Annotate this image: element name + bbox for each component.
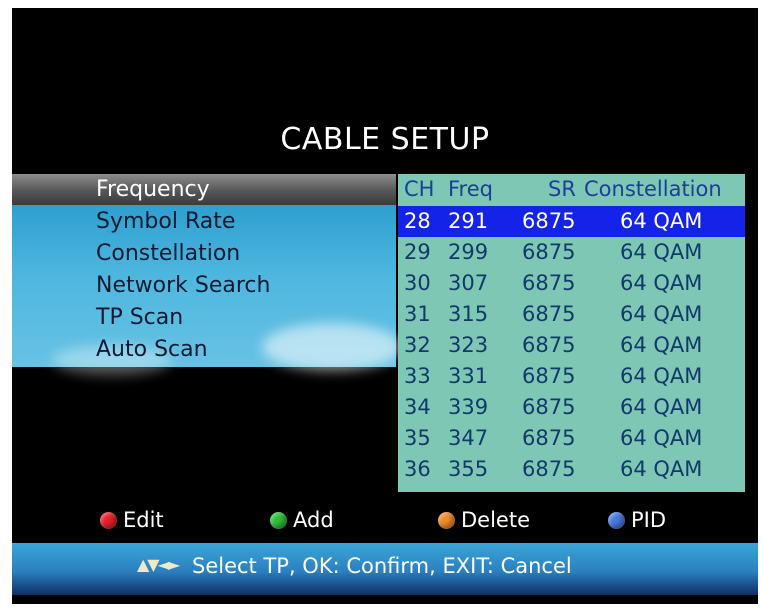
tp-table-header: CH Freq SR Constellation xyxy=(398,174,745,205)
tp-sr: 6875 xyxy=(522,302,576,326)
tp-row-selected[interactable]: 28 291 6875 64 QAM xyxy=(398,206,745,237)
tp-constellation: 64 QAM xyxy=(620,302,703,326)
column-header-constellation: Constellation xyxy=(584,177,722,201)
orange-dot-icon xyxy=(438,512,455,529)
tp-constellation: 64 QAM xyxy=(620,457,703,481)
blue-dot-icon xyxy=(608,512,625,529)
tp-constellation: 64 QAM xyxy=(620,333,703,357)
tp-row[interactable]: 34 339 6875 64 QAM xyxy=(398,392,745,423)
tp-constellation: 64 QAM xyxy=(620,240,703,264)
tp-ch: 30 xyxy=(404,271,431,295)
delete-button[interactable]: Delete xyxy=(438,506,530,534)
tp-ch: 35 xyxy=(404,426,431,450)
tp-ch: 31 xyxy=(404,302,431,326)
status-hint: Select TP, OK: Confirm, EXIT: Cancel xyxy=(192,554,572,578)
tp-constellation: 64 QAM xyxy=(620,271,703,295)
tp-sr: 6875 xyxy=(522,271,576,295)
tp-ch: 33 xyxy=(404,364,431,388)
menu-item-constellation[interactable]: Constellation xyxy=(96,238,240,270)
tp-row[interactable]: 33 331 6875 64 QAM xyxy=(398,361,745,392)
green-dot-icon xyxy=(270,512,287,529)
tp-row[interactable]: 32 323 6875 64 QAM xyxy=(398,330,745,361)
column-header-sr: SR xyxy=(548,177,576,201)
tp-freq: 315 xyxy=(448,302,489,326)
pid-button[interactable]: PID xyxy=(608,506,666,534)
tp-sr: 6875 xyxy=(522,457,576,481)
column-header-ch: CH xyxy=(404,177,435,201)
tp-constellation: 64 QAM xyxy=(620,209,703,233)
menu-item-symbol-rate[interactable]: Symbol Rate xyxy=(96,206,235,238)
tp-freq: 299 xyxy=(448,240,489,264)
pid-label: PID xyxy=(631,508,667,532)
tp-freq: 339 xyxy=(448,395,489,419)
tp-list-panel: CH Freq SR Constellation 28 291 6875 64 … xyxy=(398,174,745,492)
tp-sr: 6875 xyxy=(522,364,576,388)
tv-screen: CABLE SETUP Frequency Symbol Rate Conste… xyxy=(12,8,758,604)
tp-row[interactable]: 36 355 6875 64 QAM xyxy=(398,454,745,485)
tp-sr: 6875 xyxy=(522,395,576,419)
status-bar: ▲▼◄► Select TP, OK: Confirm, EXIT: Cance… xyxy=(12,543,758,595)
tp-ch: 29 xyxy=(404,240,431,264)
tp-freq: 291 xyxy=(448,209,489,233)
edit-button[interactable]: Edit xyxy=(100,506,164,534)
tp-constellation: 64 QAM xyxy=(620,364,703,388)
direction-arrows-icon: ▲▼◄► xyxy=(137,555,180,574)
tp-sr: 6875 xyxy=(522,333,576,357)
tp-row[interactable]: 35 347 6875 64 QAM xyxy=(398,423,745,454)
red-dot-icon xyxy=(100,512,117,529)
tp-sr: 6875 xyxy=(522,426,576,450)
tp-freq: 355 xyxy=(448,457,489,481)
tp-constellation: 64 QAM xyxy=(620,426,703,450)
tp-row[interactable]: 30 307 6875 64 QAM xyxy=(398,268,745,299)
edit-label: Edit xyxy=(123,508,164,532)
tp-ch: 34 xyxy=(404,395,431,419)
tp-ch: 32 xyxy=(404,333,431,357)
column-header-freq: Freq xyxy=(448,177,493,201)
tp-freq: 323 xyxy=(448,333,489,357)
menu-item-frequency[interactable]: Frequency xyxy=(96,174,210,206)
tp-row[interactable]: 29 299 6875 64 QAM xyxy=(398,237,745,268)
tp-sr: 6875 xyxy=(522,240,576,264)
add-label: Add xyxy=(293,508,334,532)
menu-item-tp-scan[interactable]: TP Scan xyxy=(96,302,183,334)
tp-sr: 6875 xyxy=(522,209,576,233)
cloud-decoration xyxy=(262,323,402,371)
tp-constellation: 64 QAM xyxy=(620,395,703,419)
tp-row[interactable]: 31 315 6875 64 QAM xyxy=(398,299,745,330)
menu-item-auto-scan[interactable]: Auto Scan xyxy=(96,334,208,366)
tp-freq: 331 xyxy=(448,364,489,388)
tp-freq: 307 xyxy=(448,271,489,295)
tp-ch: 36 xyxy=(404,457,431,481)
page-title: CABLE SETUP xyxy=(280,122,490,157)
add-button[interactable]: Add xyxy=(270,506,334,534)
tp-freq: 347 xyxy=(448,426,489,450)
tp-ch: 28 xyxy=(404,209,431,233)
delete-label: Delete xyxy=(461,508,530,532)
menu-item-network-search[interactable]: Network Search xyxy=(96,270,270,302)
